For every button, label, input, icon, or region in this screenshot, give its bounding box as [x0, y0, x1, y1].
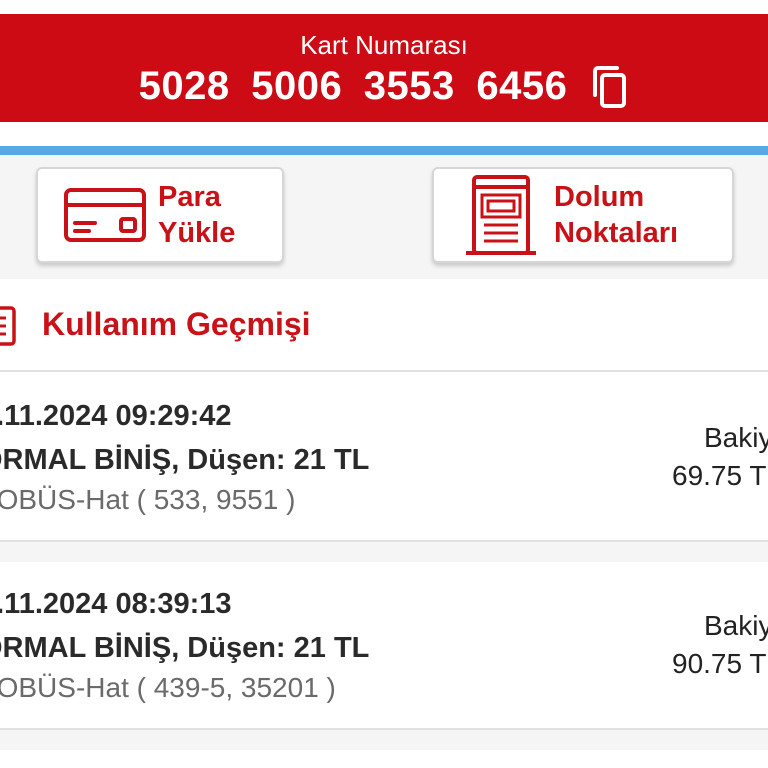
history-entry[interactable]: 7.11.2024 08:39:13 ORMAL BİNİŞ, Düşen: 2…	[0, 562, 768, 730]
entry-balance-value: 69.75 T	[672, 460, 767, 491]
card-number-label: Kart Numarası	[300, 30, 468, 60]
entry-date: 7.11.2024 08:39:13	[0, 588, 232, 620]
filling-points-label-line1: Dolum	[554, 181, 645, 213]
credit-card-icon	[62, 175, 148, 255]
card-number: 5028 5006 3553 6456	[138, 64, 568, 108]
entry-route: TOBÜS-Hat ( 439-5, 35201 )	[0, 672, 336, 703]
action-row: Para Yükle Dolum Noktaları	[0, 155, 768, 279]
kiosk-icon	[458, 175, 544, 255]
entry-description: ORMAL BİNİŞ, Düşen: 21 TL	[0, 444, 370, 476]
history-header: Kullanım Geçmişi	[0, 280, 768, 372]
entry-route: TOBÜS-Hat ( 533, 9551 )	[0, 484, 296, 515]
card-number-row: 5028 5006 3553 6456	[0, 64, 768, 109]
load-money-button[interactable]: Para Yükle	[36, 167, 284, 263]
document-list-icon	[0, 304, 18, 348]
entry-separator	[0, 542, 768, 562]
accent-divider	[0, 146, 768, 155]
card-header: Kart Numarası 5028 5006 3553 6456	[0, 14, 768, 122]
load-money-label-line1: Para	[158, 181, 221, 213]
entry-balance-label: Bakiy	[704, 422, 768, 453]
entry-separator	[0, 730, 768, 750]
copy-icon[interactable]	[589, 65, 629, 109]
entry-balance-label: Bakiy	[704, 610, 768, 641]
filling-points-button[interactable]: Dolum Noktaları	[432, 167, 734, 263]
history-entry[interactable]: 7.11.2024 09:29:42 ORMAL BİNİŞ, Düşen: 2…	[0, 374, 768, 542]
load-money-label: Para Yükle	[158, 179, 235, 251]
filling-points-label-line2: Noktaları	[554, 217, 679, 249]
entry-description: ORMAL BİNİŞ, Düşen: 21 TL	[0, 632, 370, 664]
entry-date: 7.11.2024 09:29:42	[0, 400, 232, 432]
entry-balance-value: 90.75 T	[672, 648, 767, 679]
history-title: Kullanım Geçmişi	[42, 306, 311, 342]
filling-points-label: Dolum Noktaları	[554, 179, 678, 251]
load-money-label-line2: Yükle	[158, 217, 236, 249]
